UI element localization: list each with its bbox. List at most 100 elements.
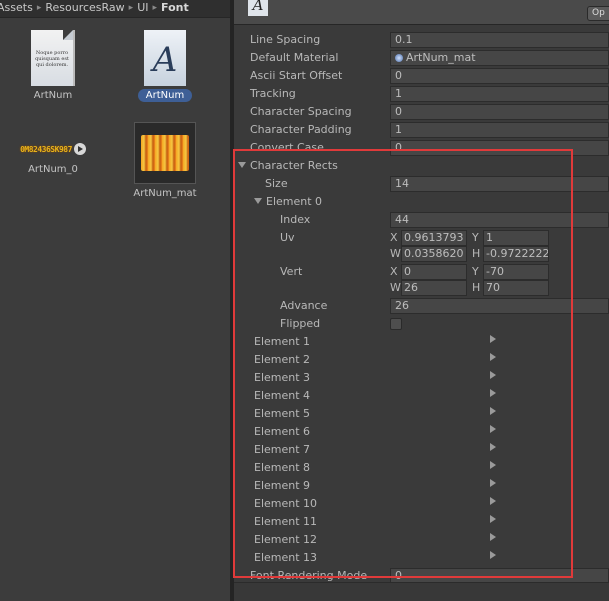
element-foldout-collapsed[interactable]: Element 13	[234, 549, 609, 567]
uv-w-label: W	[390, 247, 401, 260]
foldout-expanded-icon	[254, 198, 262, 204]
element-foldout-collapsed[interactable]: Element 4	[234, 387, 609, 405]
field-label: Ascii Start Offset	[250, 69, 343, 82]
font-icon: A	[248, 0, 268, 16]
element-label: Element 8	[254, 461, 311, 474]
uv-y-input[interactable]: 1	[483, 230, 549, 246]
asset-artnum-0-texture[interactable]: 0M82436SK987 ArtNum_0	[8, 130, 98, 176]
uv-h-input[interactable]: -0.9722222	[483, 246, 549, 262]
element-label: Element 1	[254, 335, 311, 348]
character-spacing-input[interactable]: 0	[390, 104, 609, 120]
project-panel: Assets ▸ ResourcesRaw ▸ UI ▸ Font Noque porro …	[0, 0, 230, 601]
breadcrumb: Assets ▸ ResourcesRaw ▸ UI ▸ Font	[0, 0, 230, 18]
foldout-collapsed-icon	[490, 497, 496, 505]
field-label: Character Padding	[250, 123, 352, 136]
field-label: Flipped	[280, 317, 321, 330]
field-rects-size: Size 14	[234, 175, 609, 193]
uv-w-input[interactable]: 0.0358620	[401, 246, 467, 262]
vert-h-input[interactable]: 70	[483, 280, 549, 296]
field-advance: Advance 26	[234, 297, 609, 315]
rects-size-input[interactable]: 14	[390, 176, 609, 192]
uv-w-pair: W 0.0358620	[390, 246, 467, 262]
asset-artnum-fontfile[interactable]: Noque porro quisquam est qui dolorem. Ar…	[8, 30, 98, 102]
texture-thumbnail: 0M82436SK987	[8, 142, 98, 160]
field-ascii-start-offset: Ascii Start Offset 0	[234, 67, 609, 85]
breadcrumb-assets[interactable]: Assets	[0, 0, 33, 16]
character-padding-input[interactable]: 1	[390, 122, 609, 138]
element-0-foldout[interactable]: Element 0	[234, 193, 609, 211]
field-label: Character Spacing	[250, 105, 352, 118]
default-material-object-field[interactable]: ArtNum_mat	[390, 50, 609, 66]
vert-y-input[interactable]: -70	[483, 264, 549, 280]
character-rects-foldout[interactable]: Character Rects	[234, 157, 609, 175]
uv-h-pair: H -0.9722222	[472, 246, 552, 262]
line-spacing-input[interactable]: 0.1	[390, 32, 609, 48]
vert-x-input[interactable]: 0	[401, 264, 467, 280]
convert-case-input[interactable]: 0	[390, 140, 609, 156]
flame-texture-preview	[141, 135, 189, 171]
horizontal-scrollbar[interactable]	[234, 582, 609, 601]
foldout-collapsed-icon	[490, 551, 496, 559]
foldout-collapsed-icon	[490, 371, 496, 379]
field-label: Advance	[280, 299, 328, 312]
advance-input[interactable]: 26	[390, 298, 609, 314]
element-foldout-collapsed[interactable]: Element 11	[234, 513, 609, 531]
element-label: Element 4	[254, 389, 311, 402]
ascii-start-offset-input[interactable]: 0	[390, 68, 609, 84]
field-label: Font Rendering Mode	[250, 569, 368, 582]
foldout-expanded-icon	[238, 162, 246, 168]
breadcrumb-ui[interactable]: UI	[137, 0, 148, 16]
field-label: Line Spacing	[250, 33, 321, 46]
asset-label: ArtNum_mat	[133, 188, 197, 199]
foldout-collapsed-icon	[490, 443, 496, 451]
vert-x-label: X	[390, 265, 398, 278]
field-label: Convert Case	[250, 141, 324, 154]
field-label: Uv	[280, 231, 295, 244]
field-default-material: Default Material ArtNum_mat	[234, 49, 609, 67]
uv-x-pair: X 0.9613793	[390, 230, 467, 246]
flipped-checkbox[interactable]	[390, 318, 402, 330]
uv-y-label: Y	[472, 231, 479, 244]
field-flipped: Flipped	[234, 315, 609, 333]
foldout-collapsed-icon	[490, 533, 496, 541]
asset-label-selected: ArtNum	[137, 89, 193, 102]
vert-w-input[interactable]: 26	[401, 280, 467, 296]
uv-x-input[interactable]: 0.9613793	[401, 230, 467, 246]
asset-label: ArtNum	[33, 90, 73, 101]
element-foldout-collapsed[interactable]: Element 9	[234, 477, 609, 495]
element-foldout-collapsed[interactable]: Element 6	[234, 423, 609, 441]
element-foldout-collapsed[interactable]: Element 7	[234, 441, 609, 459]
element-foldout-collapsed[interactable]: Element 3	[234, 369, 609, 387]
field-line-spacing: Line Spacing 0.1	[234, 31, 609, 49]
index-input[interactable]: 44	[390, 212, 609, 228]
element-foldout-collapsed[interactable]: Element 12	[234, 531, 609, 549]
vert-y-pair: Y -70	[472, 264, 552, 280]
default-material-value: ArtNum_mat	[406, 51, 476, 64]
element-foldout-collapsed[interactable]: Element 8	[234, 459, 609, 477]
field-label: Vert	[280, 265, 303, 278]
element-label: Element 7	[254, 443, 311, 456]
uv-x-label: X	[390, 231, 398, 244]
element-foldout-collapsed[interactable]: Element 5	[234, 405, 609, 423]
breadcrumb-resourcesraw[interactable]: ResourcesRaw	[45, 0, 124, 16]
foldout-collapsed-icon	[490, 461, 496, 469]
element-foldout-collapsed[interactable]: Element 10	[234, 495, 609, 513]
character-rects-label: Character Rects	[250, 159, 338, 172]
element-label: Element 11	[254, 515, 318, 528]
breadcrumb-font[interactable]: Font	[161, 0, 189, 16]
open-button[interactable]: Op	[587, 6, 609, 21]
element-foldout-collapsed[interactable]: Element 2	[234, 351, 609, 369]
foldout-collapsed-icon	[490, 425, 496, 433]
asset-artnum-mat[interactable]: ArtNum_mat	[120, 122, 210, 200]
element-label: Element 10	[254, 497, 318, 510]
element-foldout-collapsed[interactable]: Element 1	[234, 333, 609, 351]
font-asset-icon: A	[144, 30, 186, 86]
font-preview-text: Noque porro quisquam est qui dolorem.	[35, 50, 69, 68]
asset-artnum-font[interactable]: A ArtNum	[120, 30, 210, 102]
field-vert-row2: W 26 H 70	[234, 279, 609, 297]
tracking-input[interactable]: 1	[390, 86, 609, 102]
foldout-collapsed-icon	[490, 335, 496, 343]
play-icon[interactable]	[73, 143, 86, 155]
inspector-header: A Op	[234, 0, 609, 25]
field-label: Tracking	[250, 87, 296, 100]
